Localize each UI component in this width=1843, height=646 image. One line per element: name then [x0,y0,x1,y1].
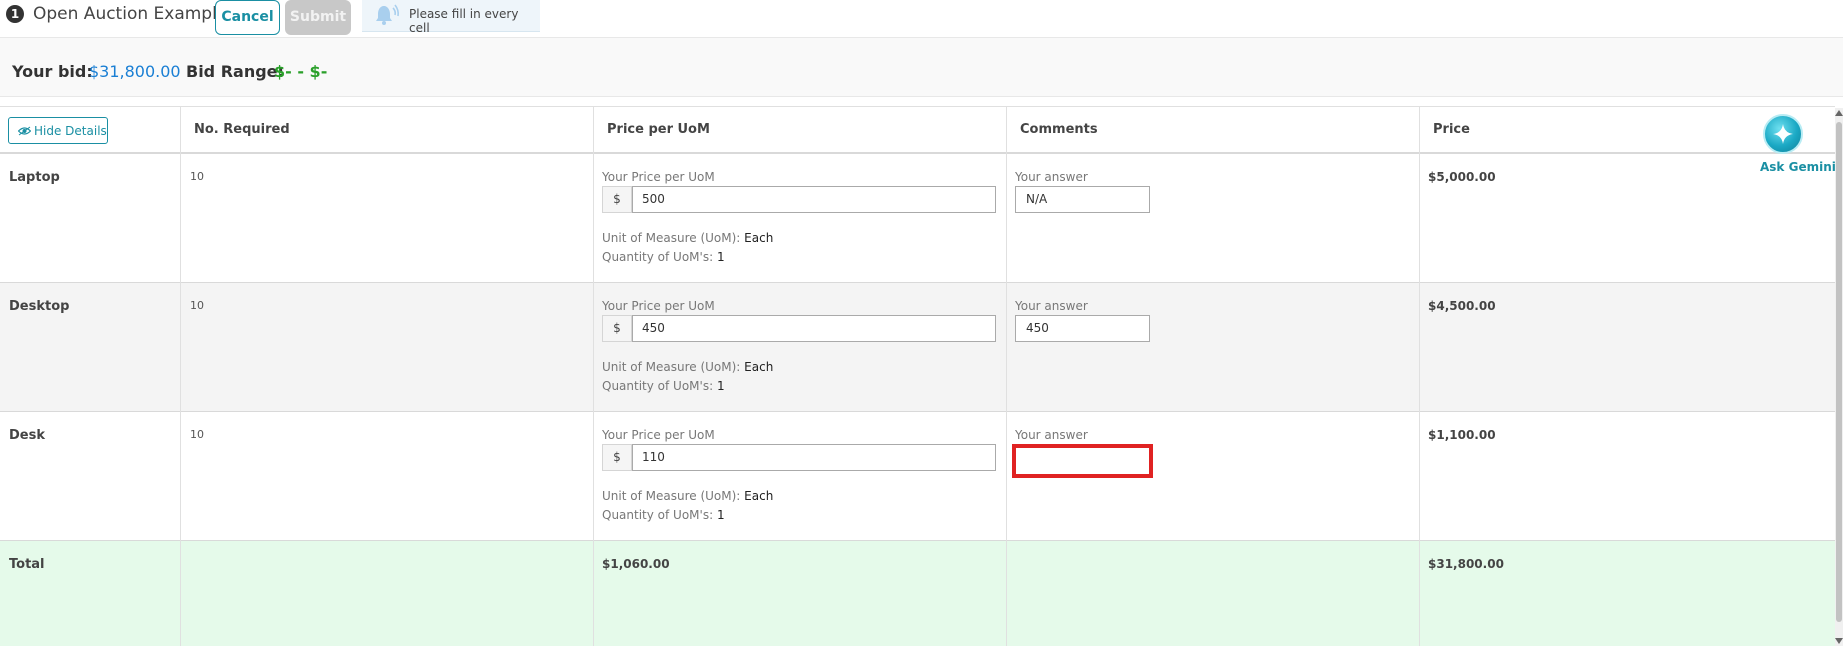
number-required: 10 [190,170,204,183]
uom-value: Each [744,231,774,245]
column-divider [1419,107,1420,646]
eye-icon [18,126,31,136]
qty-uom-info: Quantity of UoM's: 1 [602,250,725,264]
qty-uom-value: 1 [716,508,725,522]
uom-value: Each [744,489,774,503]
header-cell-item: Hide Details [0,107,180,154]
price-field-label: Your Price per UoM [602,170,715,184]
row-price: $5,000.00 [1428,170,1496,184]
price-per-uom-input[interactable]: 110 [632,444,996,471]
uom-info: Unit of Measure (UoM): Each [602,231,773,245]
row-price: $4,500.00 [1428,299,1496,313]
comment-field-label: Your answer [1015,428,1088,442]
price-per-uom-input[interactable]: 500 [632,186,996,213]
column-divider [1006,107,1007,646]
price-field-label: Your Price per UoM [602,428,715,442]
scroll-thumb[interactable] [1836,122,1842,622]
item-name: Desktop [9,299,70,314]
currency-addon: $ [602,186,632,213]
uom-label: Unit of Measure (UoM): [602,231,741,245]
uom-info: Unit of Measure (UoM): Each [602,360,773,374]
uom-label: Unit of Measure (UoM): [602,489,741,503]
uom-info: Unit of Measure (UoM): Each [602,489,773,503]
comment-field-label: Your answer [1015,299,1088,313]
your-bid-label: Your bid: [12,62,93,81]
comment-input[interactable]: 450 [1015,315,1150,342]
your-bid-value: $31,800.00 [89,62,181,81]
row-price: $1,100.00 [1428,428,1496,442]
uom-value: Each [744,360,774,374]
total-price: $31,800.00 [1428,557,1504,571]
page-title: Open Auction Example [33,4,228,24]
column-header: Comments [1020,122,1098,137]
column-divider [180,107,181,646]
price-field-label: Your Price per UoM [602,299,715,313]
table-row: Desk 10 Your Price per UoM $ 110 Unit of… [0,412,1835,541]
ask-gemini-label[interactable]: Ask Gemini (B [1760,160,1843,174]
hide-details-button[interactable]: Hide Details [8,117,108,144]
total-price-per-uom: $1,060.00 [602,557,670,571]
qty-uom-value: 1 [716,379,725,393]
notice-text: Please fill in every cell [409,7,519,35]
item-name: Laptop [9,170,60,185]
fill-notice: Please fill in every cell [362,0,540,35]
qty-uom-info: Quantity of UoM's: 1 [602,508,725,522]
bid-range-value: $- - $- [274,62,328,81]
header-cell-comments: Comments [1006,107,1419,154]
hide-details-label: Hide Details [34,124,107,138]
qty-uom-label: Quantity of UoM's: [602,250,714,264]
scroll-down-arrow[interactable] [1835,638,1843,644]
bid-range-label: Bid Range: [186,62,284,81]
qty-uom-info: Quantity of UoM's: 1 [602,379,725,393]
table-row: Desktop 10 Your Price per UoM $ 450 Unit… [0,283,1835,412]
column-header: Price [1433,122,1470,137]
number-required: 10 [190,299,204,312]
number-required: 10 [190,428,204,441]
cancel-button[interactable]: Cancel [215,0,280,35]
comment-field-label: Your answer [1015,170,1088,184]
qty-uom-label: Quantity of UoM's: [602,508,714,522]
currency-addon: $ [602,444,632,471]
item-name: Desk [9,428,45,443]
bid-summary: Your bid: $31,800.00 Bid Range: $- - $- [0,37,1843,97]
comment-input[interactable]: N/A [1015,186,1150,213]
header-cell-price-per-uom: Price per UoM [593,107,1006,154]
price-per-uom-input[interactable]: 450 [632,315,996,342]
table-row: Laptop 10 Your Price per UoM $ 500 Unit … [0,154,1835,283]
header-cell-no-required: No. Required [180,107,593,154]
uom-label: Unit of Measure (UoM): [602,360,741,374]
vertical-scrollbar[interactable] [1835,108,1843,646]
column-divider [593,107,594,646]
total-row: Total $1,060.00 $31,800.00 [0,541,1835,646]
currency-addon: $ [602,315,632,342]
step-number-badge: 1 [6,5,24,23]
qty-uom-value: 1 [716,250,725,264]
comment-input-empty-flagged[interactable] [1012,444,1153,478]
column-header: Price per UoM [607,122,710,137]
scroll-up-arrow[interactable] [1835,110,1843,116]
bid-grid: Hide Details No. Required Price per UoM … [0,106,1835,646]
sparkle-icon [1773,124,1793,144]
submit-button[interactable]: Submit [285,0,351,35]
column-header: No. Required [194,122,290,137]
ask-gemini-button[interactable] [1763,114,1803,154]
qty-uom-label: Quantity of UoM's: [602,379,714,393]
top-bar: 1 Open Auction Example Cancel Submit Ple… [0,0,1843,37]
total-label: Total [9,557,45,572]
bell-icon [376,4,399,25]
